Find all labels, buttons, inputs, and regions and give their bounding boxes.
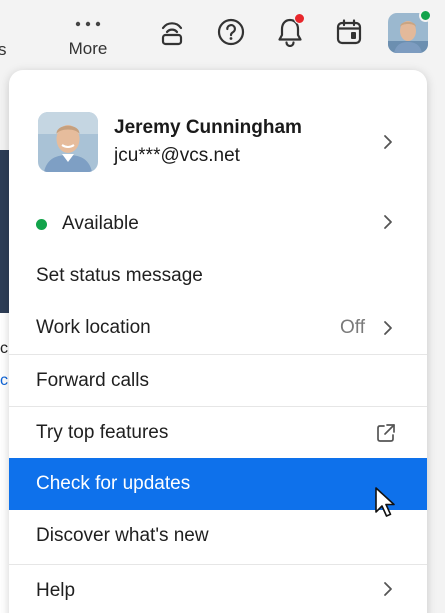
available-status-dot — [36, 219, 47, 230]
menu-item-available[interactable]: Available — [9, 198, 427, 250]
try-features-label: Try top features — [36, 422, 169, 443]
work-location-value: Off — [340, 317, 365, 338]
work-location-label: Work location — [36, 317, 151, 338]
menu-item-set-status[interactable]: Set status message — [9, 250, 427, 302]
check-updates-label: Check for updates — [36, 473, 191, 494]
forward-calls-label: Forward calls — [36, 370, 149, 391]
mouse-cursor-icon — [375, 487, 395, 517]
profile-menu: Jeremy Cunningham jcu***@vcs.net Availab… — [9, 70, 427, 613]
menu-item-help[interactable]: Help — [9, 564, 427, 613]
help-label: Help — [36, 580, 76, 601]
background-content — [0, 313, 9, 613]
background-cut-link: c — [0, 372, 8, 389]
discover-label: Discover what's new — [36, 525, 209, 546]
presence-dot — [419, 9, 432, 22]
chevron-right-icon — [384, 321, 392, 335]
menu-item-work-location[interactable]: Work location Off — [9, 302, 427, 354]
chevron-right-icon — [384, 215, 392, 229]
profile-header[interactable]: Jeremy Cunningham jcu***@vcs.net — [9, 70, 427, 200]
calendar-icon[interactable] — [330, 13, 368, 51]
help-icon[interactable] — [212, 13, 250, 51]
set-status-label: Set status message — [36, 265, 203, 286]
chevron-right-icon — [384, 135, 392, 149]
profile-avatar — [38, 112, 98, 172]
menu-item-discover[interactable]: Discover what's new — [9, 510, 427, 562]
toolbar-cut-label: s — [0, 40, 7, 59]
profile-email: jcu***@vcs.net — [114, 145, 240, 166]
notifications-button[interactable] — [271, 13, 309, 51]
top-toolbar: s More — [0, 0, 445, 70]
more-dots-icon — [62, 12, 114, 34]
available-label: Available — [62, 213, 139, 234]
menu-item-forward-calls[interactable]: Forward calls — [9, 354, 427, 406]
background-cut-text: c — [0, 340, 8, 357]
more-label: More — [68, 39, 108, 58]
more-button[interactable]: More — [62, 12, 114, 64]
profile-name: Jeremy Cunningham — [114, 117, 302, 138]
cast-icon[interactable] — [153, 13, 191, 51]
menu-item-try-features[interactable]: Try top features — [9, 406, 427, 458]
background-panel — [0, 150, 9, 313]
chevron-right-icon — [384, 582, 392, 596]
menu-item-check-updates[interactable]: Check for updates — [9, 458, 427, 510]
external-link-icon — [377, 424, 395, 442]
notification-badge — [294, 13, 305, 24]
